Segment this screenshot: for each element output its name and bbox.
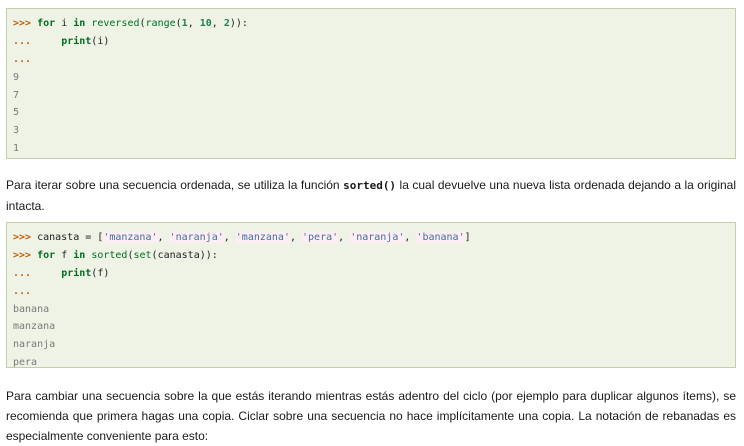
- code-block-reversed-range: >>> for i in reversed(range(1, 10, 2)): …: [6, 8, 736, 159]
- loop-variable: f: [61, 249, 68, 261]
- string-literal: 'naranja': [350, 232, 405, 243]
- output-line: manzana: [13, 321, 56, 333]
- output-line: 3: [13, 125, 20, 137]
- separator: ,: [187, 18, 200, 29]
- code-line: >>> for f in sorted(set(canasta)):: [13, 247, 735, 265]
- code-line: >>> for i in reversed(range(1, 10, 2)):: [13, 15, 735, 33]
- output-line: 1: [13, 143, 20, 155]
- code-line: ... print(f): [13, 265, 735, 283]
- bracket: ]: [464, 232, 471, 243]
- call-args: (canasta)):: [151, 249, 218, 261]
- paragraph-copy-loop: Para cambiar una secuencia sobre la que …: [6, 389, 736, 443]
- keyword-in: in: [73, 249, 86, 261]
- prompt: ...: [13, 35, 32, 47]
- output-line: naranja: [13, 339, 56, 351]
- string-literal: 'naranja': [169, 232, 224, 243]
- code-line: ...: [13, 51, 735, 69]
- separator: ,: [223, 232, 236, 243]
- code-line: ... print(i): [13, 33, 735, 51]
- builtin-range: range: [145, 18, 176, 29]
- output-line: 5: [13, 107, 20, 119]
- code-line: >>> canasta = ['manzana', 'naranja', 'ma…: [13, 229, 735, 247]
- code-block-sorted-set: >>> canasta = ['manzana', 'naranja', 'ma…: [6, 222, 736, 368]
- inline-code-sorted: sorted(): [343, 179, 397, 192]
- output-line: 7: [13, 89, 20, 101]
- output-line: banana: [13, 303, 50, 315]
- builtin-sorted: sorted: [91, 249, 128, 261]
- paragraph-text: Para iterar sobre una secuencia ordenada…: [6, 178, 344, 192]
- builtin-reversed: reversed: [91, 18, 140, 29]
- separator: ,: [157, 232, 170, 243]
- separator: ,: [289, 232, 303, 243]
- builtin-set: set: [133, 249, 152, 261]
- prompt: ...: [13, 267, 32, 279]
- keyword-print: print: [61, 35, 92, 47]
- call-args: (i): [91, 35, 110, 47]
- prompt: >>>: [13, 232, 32, 243]
- string-literal: 'pera': [302, 232, 339, 243]
- keyword-in: in: [73, 18, 86, 29]
- prompt: ...: [13, 53, 32, 65]
- output-line: 9: [13, 71, 20, 83]
- keyword-for: for: [37, 249, 56, 261]
- output-line: pera: [13, 357, 38, 369]
- prompt: >>>: [13, 18, 32, 29]
- assignment: canasta = [: [31, 232, 104, 243]
- prompt: ...: [13, 285, 32, 297]
- string-literal: 'manzana': [103, 232, 158, 243]
- string-literal: 'manzana': [235, 232, 290, 243]
- prompt: >>>: [13, 249, 32, 261]
- loop-variable: i: [61, 18, 68, 29]
- separator: ,: [404, 232, 417, 243]
- call-args: (f): [91, 267, 110, 279]
- code-line: ...: [13, 283, 735, 301]
- number: 10: [199, 18, 212, 29]
- string-literal: 'banana': [416, 232, 465, 243]
- separator: ,: [211, 18, 224, 29]
- keyword-for: for: [37, 18, 56, 29]
- paren: )):: [229, 18, 248, 29]
- keyword-print: print: [61, 267, 92, 279]
- separator: ,: [338, 232, 351, 243]
- paragraph-sorted: Para iterar sobre una secuencia ordenada…: [6, 175, 736, 216]
